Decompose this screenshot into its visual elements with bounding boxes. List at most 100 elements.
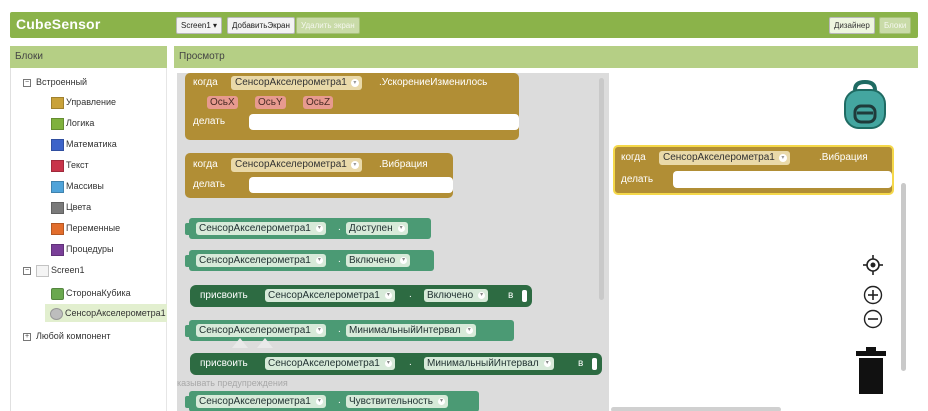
tree-item-cube-side[interactable]: СторонаКубика	[51, 286, 131, 304]
property-dropdown[interactable]: Включено ▾	[346, 254, 411, 267]
component-dropdown[interactable]: СенсорАкселерометра1 ▾	[196, 395, 326, 408]
do-label: делать	[193, 116, 226, 127]
component-dropdown[interactable]: СенсорАкселерометра1 ▾	[659, 151, 790, 165]
tree-item-math[interactable]: Математика	[51, 137, 117, 155]
tree-item-variables[interactable]: Переменные	[51, 221, 120, 239]
workspace-horizontal-scrollbar[interactable]	[611, 407, 781, 411]
property-dropdown-label: Чувствительность	[349, 396, 433, 407]
zoom-out-icon[interactable]	[863, 309, 883, 329]
value-socket[interactable]	[522, 290, 527, 302]
tree-item-control[interactable]: Управление	[51, 95, 116, 113]
blocks-flyout: когда СенсорАкселерометра1 ▾ .УскорениеИз…	[177, 73, 609, 411]
tree-item-label: Переменные	[66, 223, 121, 233]
property-dropdown-label: МинимальныйИнтервал	[427, 358, 539, 369]
component-dropdown-label: СенсорАкселерометра1	[199, 325, 311, 336]
event-name: .Вибрация	[379, 159, 428, 170]
dot-separator: .	[338, 222, 341, 233]
collapse-icon[interactable]: −	[23, 266, 31, 275]
chevron-down-icon: ▾	[543, 360, 551, 367]
chevron-down-icon: ▾	[478, 292, 486, 299]
tree-builtin[interactable]: − Встроенный	[23, 75, 87, 93]
component-dropdown-label: СенсорАкселерометра1	[199, 255, 311, 266]
designer-button[interactable]: Дизайнер	[829, 17, 875, 34]
component-dropdown-label: СенсорАкселерометра1	[199, 396, 311, 407]
component-dropdown-label: СенсорАкселерометра1	[268, 358, 380, 369]
property-dropdown[interactable]: МинимальныйИнтервал ▾	[424, 357, 554, 370]
property-dropdown[interactable]: Включено ▾	[424, 289, 489, 302]
tree-any-component-label: Любой компонент	[36, 331, 111, 341]
component-dropdown[interactable]: СенсорАкселерометра1 ▾	[196, 324, 326, 337]
do-slot[interactable]	[673, 171, 892, 188]
tree-item-label: Логика	[66, 118, 95, 128]
component-dropdown[interactable]: СенсорАкселерометра1 ▾	[196, 254, 326, 267]
component-dropdown[interactable]: СенсорАкселерометра1 ▾	[265, 357, 395, 370]
flyout-scrollbar[interactable]	[599, 78, 604, 300]
param-axis-z[interactable]: ОсьZ	[303, 96, 334, 109]
event-block-vibration[interactable]: когда СенсорАкселерометра1 ▾ .Вибрация де…	[185, 153, 453, 198]
getter-block-sensitivity[interactable]: СенсорАкселерометра1 ▾ . Чувствительность…	[189, 391, 479, 411]
tree-item-procedures[interactable]: Процедуры	[51, 242, 113, 260]
blocks-workspace[interactable]: когда СенсорАкселерометра1 ▾ .УскорениеИз…	[177, 73, 910, 411]
chevron-down-icon: ▾	[384, 360, 392, 367]
getter-block-enabled[interactable]: СенсорАкселерометра1 ▾ . Включено ▾	[189, 250, 434, 271]
value-socket[interactable]	[592, 358, 597, 370]
tree-item-text[interactable]: Текст	[51, 158, 89, 176]
canvas-event-block-vibration[interactable]: когда СенсорАкселерометра1 ▾ .Вибрация де…	[613, 145, 894, 195]
expand-icon[interactable]: +	[23, 332, 31, 341]
when-label: когда	[193, 77, 218, 88]
dot-separator: .	[409, 289, 412, 300]
chevron-down-icon: ▾	[437, 398, 445, 405]
tree-item-logic[interactable]: Логика	[51, 116, 94, 134]
do-slot[interactable]	[249, 177, 453, 193]
tree-any-component[interactable]: + Любой компонент	[23, 329, 111, 347]
math-swatch-icon	[51, 138, 64, 151]
remove-screen-button[interactable]: Удалить экран	[296, 17, 360, 34]
component-dropdown[interactable]: СенсорАкселерометра1 ▾	[196, 222, 326, 235]
getter-block-available[interactable]: СенсорАкселерометра1 ▾ . Доступен ▾	[189, 218, 431, 239]
warning-triangle-icon	[232, 338, 248, 348]
trash-icon[interactable]	[854, 347, 888, 395]
blocks-panel-title: Блоки	[15, 51, 43, 62]
set-label: присвоить	[200, 358, 248, 369]
tree-screen1[interactable]: − Screen1	[23, 263, 85, 281]
property-dropdown[interactable]: Доступен ▾	[346, 222, 408, 235]
tree-item-label: Цвета	[66, 202, 92, 212]
param-axis-x[interactable]: ОсьX	[207, 96, 238, 109]
screen-select[interactable]: Screen1 ▾	[176, 17, 223, 34]
param-axis-y[interactable]: ОсьY	[255, 96, 286, 109]
component-dropdown[interactable]: СенсорАкселерометра1 ▾	[265, 289, 395, 302]
tree-item-label: Массивы	[66, 181, 104, 191]
warnings-toggle[interactable]: казывать предупреждения	[177, 378, 288, 388]
event-name: .Вибрация	[819, 152, 868, 163]
component-dropdown-label: СенсорАкселерометра1	[199, 223, 311, 234]
do-slot[interactable]	[249, 114, 519, 130]
component-dropdown[interactable]: СенсорАкселерометра1 ▾	[231, 158, 362, 172]
chevron-down-icon: ▾	[315, 257, 323, 264]
dot-separator: .	[338, 254, 341, 265]
event-name: .УскорениеИзменилось	[379, 77, 488, 88]
tree-item-label: Текст	[66, 160, 89, 170]
target-icon[interactable]	[862, 254, 884, 276]
zoom-in-icon[interactable]	[863, 285, 883, 305]
collapse-icon[interactable]: −	[23, 78, 31, 87]
backpack-icon[interactable]	[841, 80, 889, 130]
property-dropdown[interactable]: Чувствительность ▾	[346, 395, 448, 408]
tree-item-colors[interactable]: Цвета	[51, 200, 91, 218]
component-dropdown-label: СенсорАкселерометра1	[235, 77, 347, 88]
tree-item-label: СенсорАкселерометра1	[65, 308, 166, 318]
tree-item-lists[interactable]: Массивы	[51, 179, 104, 197]
property-dropdown[interactable]: МинимальныйИнтервал ▾	[346, 324, 476, 337]
setter-block-min-interval[interactable]: присвоить СенсорАкселерометра1 ▾ . Минима…	[190, 353, 602, 375]
lists-swatch-icon	[51, 180, 64, 193]
blocks-button[interactable]: Блоки	[879, 17, 912, 34]
component-dropdown[interactable]: СенсорАкселерометра1 ▾	[231, 76, 362, 90]
add-screen-button[interactable]: ДобавитьЭкран	[227, 17, 295, 34]
dot-separator: .	[338, 395, 341, 406]
event-block-acceleration-changed[interactable]: когда СенсорАкселерометра1 ▾ .УскорениеИз…	[185, 73, 519, 140]
chevron-down-icon: ▾	[315, 225, 323, 232]
tree-item-accelerometer[interactable]: СенсорАкселерометра1	[45, 304, 167, 322]
variables-swatch-icon	[51, 222, 64, 235]
setter-block-enabled[interactable]: присвоить СенсорАкселерометра1 ▾ . Включе…	[190, 285, 532, 307]
property-dropdown-label: МинимальныйИнтервал	[349, 325, 461, 336]
workspace-vertical-scrollbar[interactable]	[901, 183, 906, 371]
